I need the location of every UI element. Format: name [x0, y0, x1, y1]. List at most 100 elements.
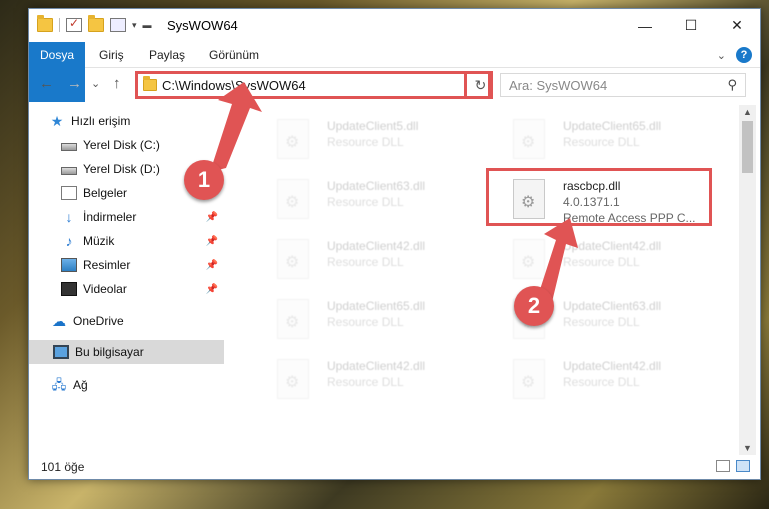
file-item[interactable]: UpdateClient63.dll Resource DLL — [257, 173, 487, 233]
status-bar: 101 öğe — [29, 455, 760, 480]
navigation-bar: ← → ⌄ ↑ C:\Windows\SysWOW64 ⌄ ↻ Ara: Sys… — [29, 69, 760, 101]
music-icon: ♪ — [65, 233, 73, 249]
minimize-button[interactable]: — — [622, 9, 668, 42]
sidebar-item-label: Bu bilgisayar — [75, 345, 144, 359]
forward-button[interactable]: → — [67, 75, 82, 92]
search-placeholder: Ara: SysWOW64 — [509, 78, 608, 93]
sidebar-item-label: İndirmeler — [83, 210, 137, 224]
pin-icon[interactable]: 📌 — [206, 260, 218, 271]
file-type: Resource DLL — [563, 255, 640, 269]
file-item[interactable]: UpdateClient65.dll Resource DLL — [257, 293, 487, 353]
new-folder-icon[interactable] — [88, 15, 104, 32]
navigation-pane: ★ Hızlı erişim Yerel Disk (C:) Yerel Dis… — [29, 107, 224, 452]
dll-file-icon — [277, 239, 309, 279]
view-toggle — [716, 460, 750, 472]
download-icon: ↓ — [65, 209, 73, 225]
dll-file-icon — [513, 119, 545, 159]
sidebar-item-this-pc[interactable]: Bu bilgisayar — [29, 340, 224, 364]
sidebar-item-label: Belgeler — [83, 186, 128, 200]
sidebar-item-label: Videolar — [83, 282, 127, 296]
tab-share[interactable]: Paylaş — [137, 42, 197, 68]
scroll-down-icon[interactable]: ▼ — [743, 443, 752, 453]
recent-locations-button[interactable]: ⌄ — [91, 77, 100, 90]
customize-toolbar-icon[interactable]: ▬ — [143, 20, 152, 30]
sidebar-item-downloads[interactable]: ↓ İndirmeler 📌 — [29, 205, 224, 229]
file-item[interactable]: UpdateClient42.dll Resource DLL — [493, 353, 723, 413]
callout-badge-2: 2 — [514, 286, 554, 326]
file-name: UpdateClient42.dll — [563, 239, 662, 253]
quick-access-toolbar: ▾ ▬ — [37, 15, 152, 32]
expand-ribbon-icon[interactable]: ⌄ — [717, 49, 726, 62]
file-highlight-box — [486, 168, 712, 226]
explorer-window: ▾ ▬ SysWOW64 — ☐ ✕ Dosya Giriş Paylaş Gö… — [28, 8, 761, 480]
dll-file-icon — [277, 359, 309, 399]
properties-check-icon[interactable] — [66, 16, 82, 32]
sidebar-item-pictures[interactable]: Resimler 📌 — [29, 253, 224, 277]
ribbon-tabs: Dosya Giriş Paylaş Görünüm ⌄ ? — [29, 42, 760, 102]
window-controls: — ☐ ✕ — [622, 9, 760, 42]
help-icon[interactable]: ? — [736, 47, 752, 63]
file-item[interactable]: UpdateClient42.dll Resource DLL — [493, 233, 723, 293]
file-type: Resource DLL — [563, 135, 640, 149]
details-view-icon[interactable] — [716, 460, 730, 472]
file-name: UpdateClient63.dll — [563, 299, 662, 313]
callout-badge-1: 1 — [184, 160, 224, 200]
tab-view[interactable]: Görünüm — [197, 42, 271, 68]
file-item[interactable]: UpdateClient65.dll Resource DLL — [493, 113, 723, 173]
file-item[interactable]: UpdateClient42.dll Resource DLL — [257, 353, 487, 413]
maximize-button[interactable]: ☐ — [668, 9, 714, 42]
chevron-down-icon[interactable]: ▾ — [132, 20, 137, 31]
sidebar-item-disk-c[interactable]: Yerel Disk (C:) — [29, 133, 224, 157]
scroll-up-icon[interactable]: ▲ — [743, 107, 752, 117]
title-bar: ▾ ▬ SysWOW64 — ☐ ✕ — [29, 9, 760, 42]
window-title: SysWOW64 — [167, 18, 238, 33]
dll-file-icon — [277, 119, 309, 159]
sidebar-item-label: Yerel Disk (D:) — [83, 162, 160, 176]
tiles-view-icon[interactable] — [736, 460, 750, 472]
tab-home[interactable]: Giriş — [87, 42, 136, 68]
toolbar-divider — [59, 18, 60, 32]
sidebar-item-onedrive[interactable]: ☁ OneDrive — [29, 309, 224, 333]
view-menu-icon[interactable] — [110, 18, 126, 32]
sidebar-item-label: Yerel Disk (C:) — [83, 138, 160, 152]
file-item[interactable]: UpdateClient5.dll Resource DLL — [257, 113, 487, 173]
file-name: UpdateClient65.dll — [327, 299, 426, 313]
back-button[interactable]: ← — [39, 75, 54, 92]
close-button[interactable]: ✕ — [714, 9, 760, 42]
disk-icon — [61, 167, 77, 175]
file-type: Resource DLL — [327, 255, 404, 269]
up-button[interactable]: ↑ — [113, 75, 121, 92]
file-type: Resource DLL — [327, 135, 404, 149]
file-name: UpdateClient42.dll — [327, 239, 426, 253]
file-item[interactable]: UpdateClient42.dll Resource DLL — [257, 233, 487, 293]
network-icon: 🖧 — [51, 377, 67, 392]
file-name: UpdateClient5.dll — [327, 119, 419, 133]
scrollbar-thumb[interactable] — [742, 121, 753, 173]
pin-icon[interactable]: 📌 — [206, 284, 218, 295]
address-highlight-box — [135, 71, 491, 99]
file-type: Resource DLL — [327, 315, 404, 329]
pictures-icon — [61, 258, 77, 272]
file-name: UpdateClient65.dll — [563, 119, 662, 133]
vertical-scrollbar[interactable]: ▲ ▼ — [739, 105, 756, 455]
sidebar-item-videos[interactable]: Videolar 📌 — [29, 277, 224, 301]
file-type: Resource DLL — [327, 195, 404, 209]
sidebar-item-label: OneDrive — [73, 314, 124, 328]
disk-icon — [61, 143, 77, 151]
file-type: Resource DLL — [563, 375, 640, 389]
file-list: UpdateClient5.dll Resource DLL UpdateCli… — [227, 105, 739, 450]
sidebar-item-label: Hızlı erişim — [71, 114, 131, 128]
file-type: Resource DLL — [327, 375, 404, 389]
sidebar-item-network[interactable]: 🖧 Ağ — [29, 373, 224, 397]
search-icon[interactable]: ⚲ — [727, 77, 737, 93]
pin-icon[interactable]: 📌 — [206, 212, 218, 223]
folder-icon — [37, 15, 53, 32]
dll-file-icon — [513, 359, 545, 399]
sidebar-item-quick-access[interactable]: ★ Hızlı erişim — [29, 109, 224, 133]
sidebar-item-music[interactable]: ♪ Müzik 📌 — [29, 229, 224, 253]
pin-icon[interactable]: 📌 — [206, 236, 218, 247]
video-icon — [61, 282, 77, 296]
search-input[interactable]: Ara: SysWOW64 ⚲ — [500, 73, 746, 97]
file-name: UpdateClient63.dll — [327, 179, 426, 193]
sidebar-item-label: Ağ — [73, 378, 88, 392]
